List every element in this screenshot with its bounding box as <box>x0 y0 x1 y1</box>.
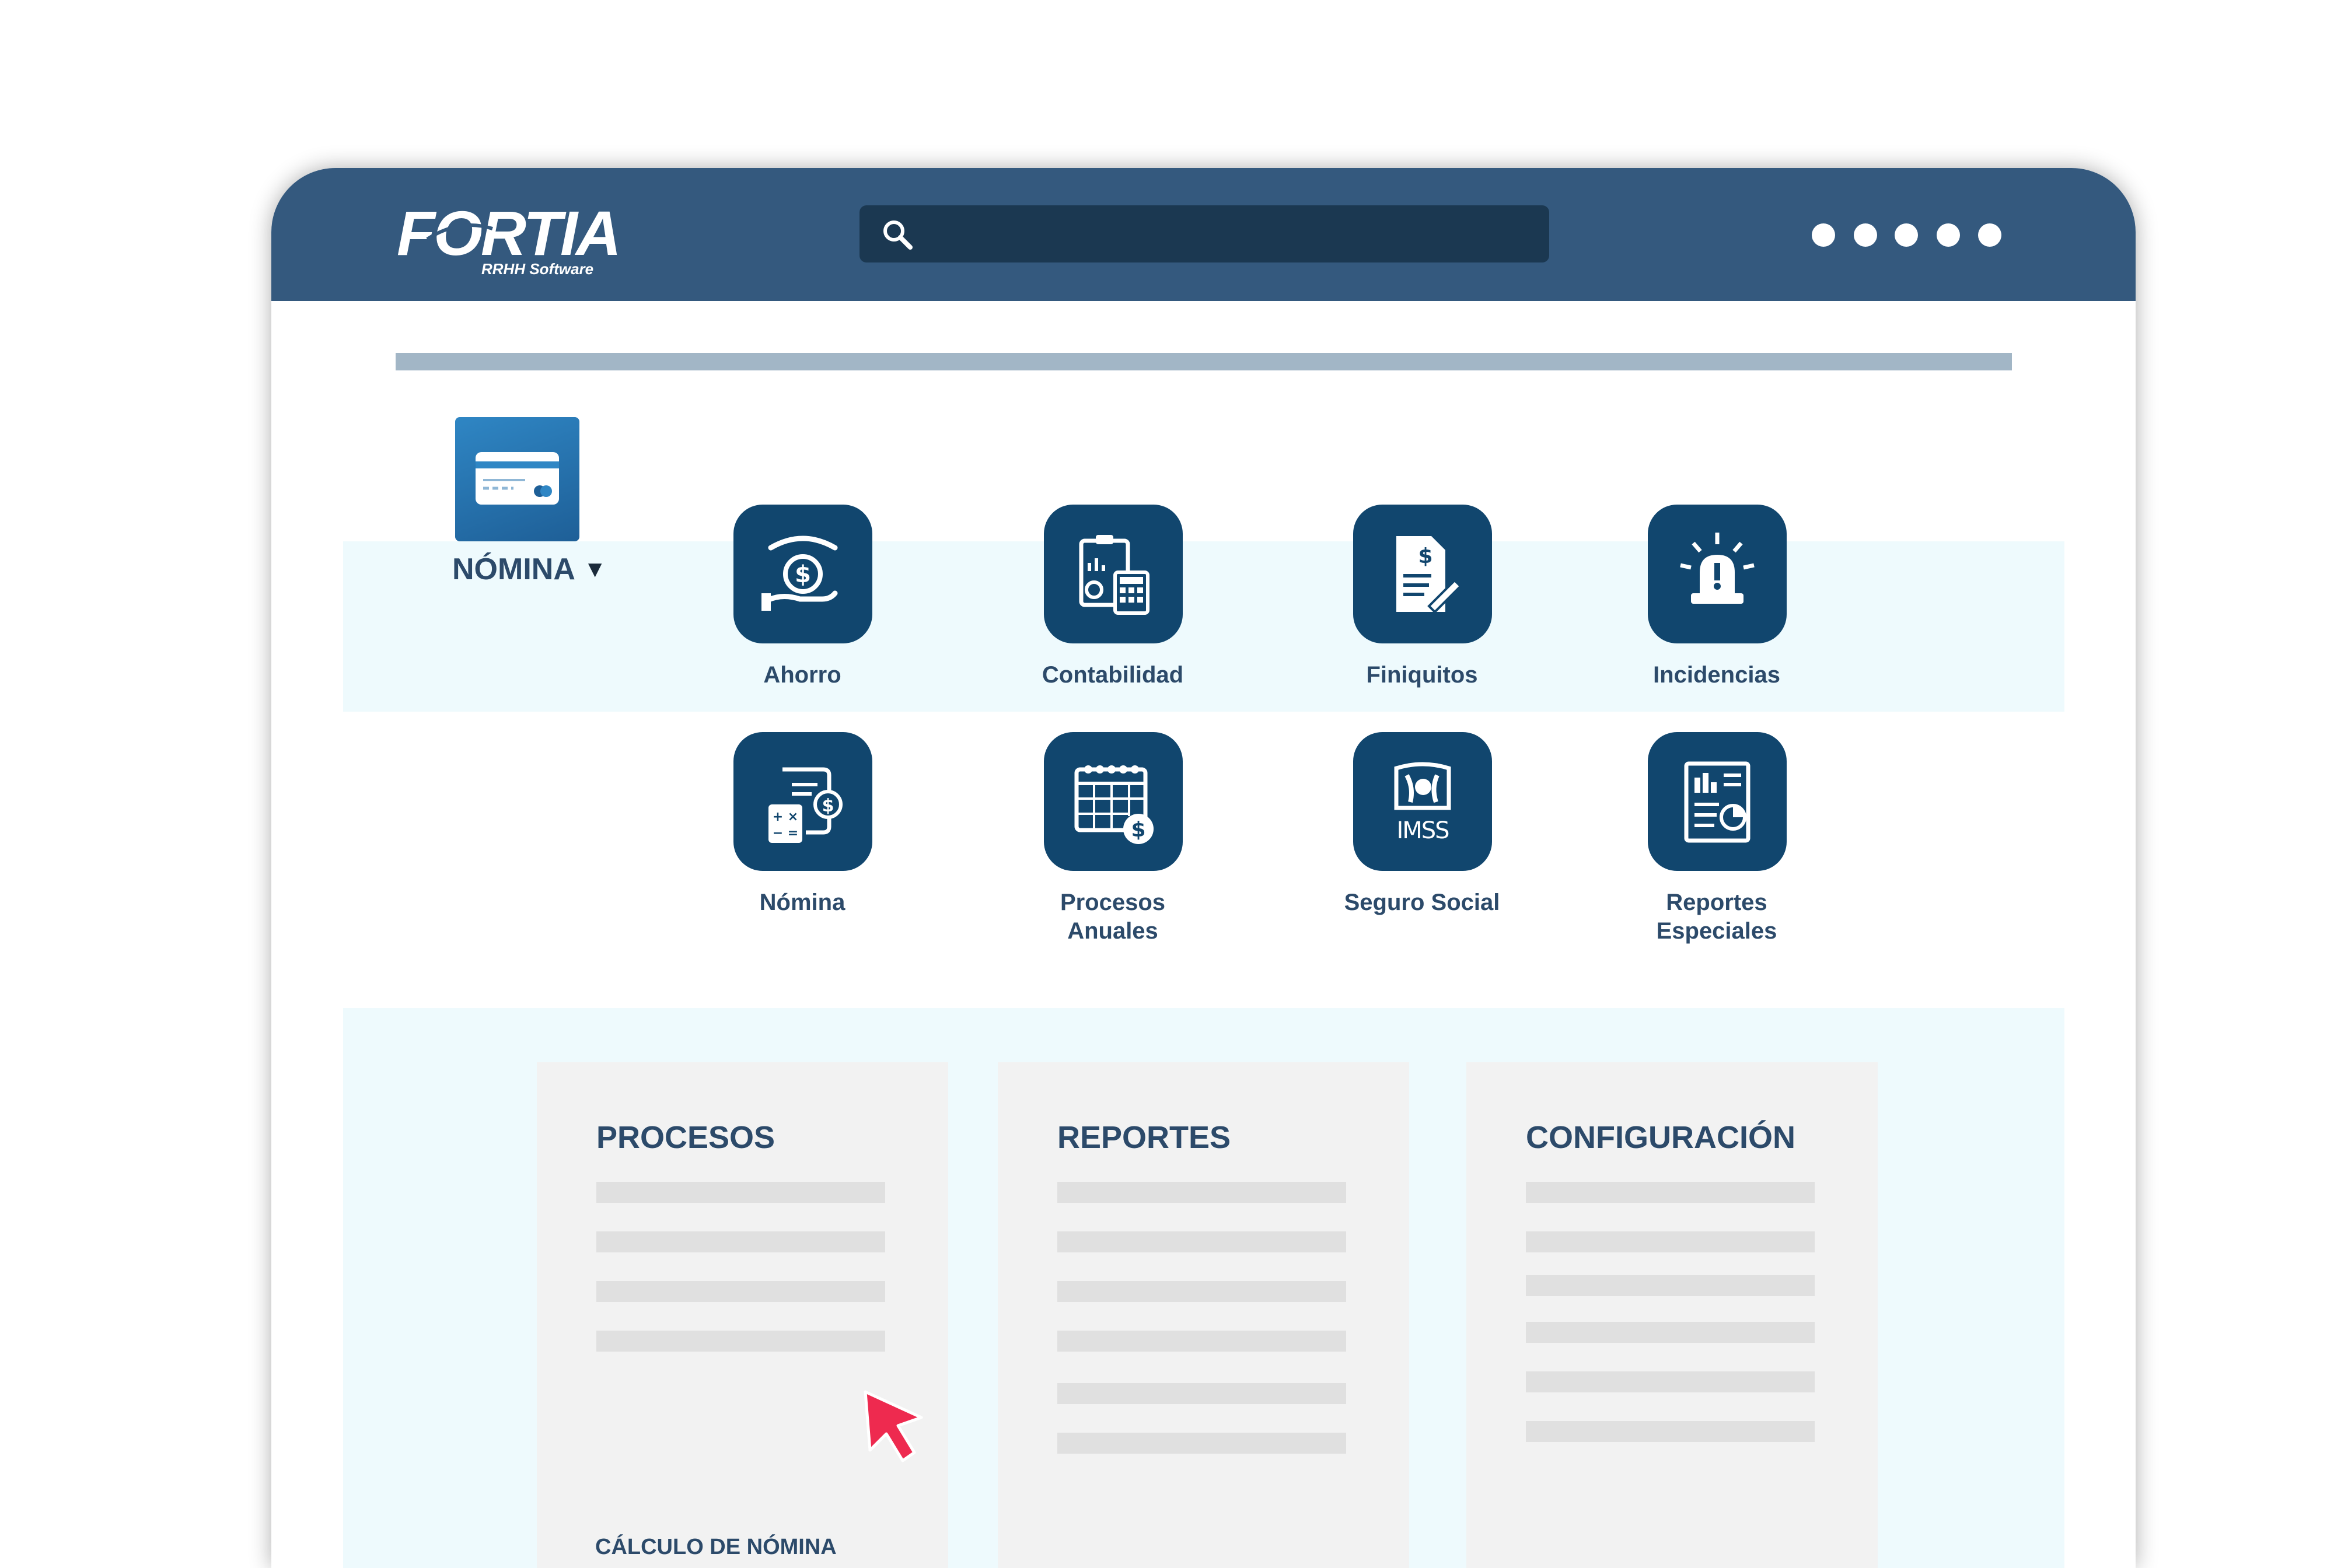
report-chart-icon <box>1684 761 1750 843</box>
menu-dot-icon <box>1937 223 1960 247</box>
menu-item-placeholder[interactable] <box>1057 1281 1346 1302</box>
search-input[interactable] <box>930 205 1539 264</box>
search-bar[interactable] <box>859 205 1549 264</box>
app-window: FORTIA RRHH Software NÓMINA ▼ $ Ahorro C… <box>271 168 2136 1568</box>
document-signature-icon: $ <box>1396 536 1462 614</box>
nomina-dropdown[interactable]: NÓMINA ▼ <box>452 552 606 587</box>
module-label: Contabilidad <box>1042 662 1184 688</box>
panel-title: PROCESOS <box>596 1120 775 1155</box>
hand-money-icon: $ <box>761 536 838 611</box>
menu-item-placeholder[interactable] <box>1057 1433 1346 1454</box>
module-tile: $ <box>733 505 872 643</box>
panel-title: REPORTES <box>1057 1120 1231 1155</box>
top-bar: FORTIA RRHH Software <box>271 168 2136 301</box>
payroll-calculator-icon: $ + × − = <box>768 767 843 843</box>
caret-down-icon: ▼ <box>583 556 607 582</box>
module-tile <box>1044 505 1183 643</box>
panel-procesos: PROCESOS CÁLCULO DE NÓMINA <box>537 1062 948 1568</box>
module-label: Procesos Anuales <box>1060 890 1166 944</box>
menu-dot-icon <box>1895 223 1918 247</box>
module-label: Nómina <box>759 890 845 915</box>
module-tile: $ <box>1044 732 1183 871</box>
imss-text: IMSS <box>1396 817 1449 844</box>
calculator-clipboard-icon <box>1079 535 1149 615</box>
panel-reportes: REPORTES <box>998 1062 1409 1568</box>
logo-swoosh-icon <box>426 223 493 241</box>
menu-dot-icon <box>1978 223 2001 247</box>
menu-item-placeholder[interactable] <box>596 1331 885 1352</box>
module-tile <box>1648 732 1787 871</box>
panel-configuracion: CONFIGURACIÓN <box>1466 1062 1878 1568</box>
module-tile: $ <box>1353 505 1492 643</box>
menu-item-placeholder[interactable] <box>1526 1275 1815 1296</box>
menu-item-placeholder[interactable] <box>1526 1371 1815 1392</box>
module-label: Finiquitos <box>1366 662 1478 688</box>
calculo-de-nomina-link[interactable]: CÁLCULO DE NÓMINA <box>595 1535 837 1560</box>
nomina-dropdown-label: NÓMINA <box>452 552 575 586</box>
svg-text:$: $ <box>1418 544 1432 568</box>
svg-text:−: − <box>773 826 783 841</box>
menu-item-placeholder[interactable] <box>1526 1322 1815 1343</box>
menu-item-placeholder[interactable] <box>596 1182 885 1203</box>
credit-card-icon <box>476 452 559 505</box>
svg-text:=: = <box>788 826 798 841</box>
panel-title: CONFIGURACIÓN <box>1526 1120 1795 1155</box>
svg-text:×: × <box>788 810 798 824</box>
module-tile: $ + × − = <box>733 732 872 871</box>
module-label: Incidencias <box>1653 662 1780 688</box>
menu-item-placeholder[interactable] <box>1526 1231 1815 1252</box>
svg-text:$: $ <box>822 796 834 816</box>
imss-logo-icon: IMSS <box>1394 762 1451 844</box>
logo-tagline: RRHH Software <box>481 260 594 278</box>
search-icon <box>883 220 913 250</box>
module-label: Ahorro <box>763 662 841 688</box>
mouse-pointer-icon <box>864 1390 923 1462</box>
module-tile <box>1648 505 1787 643</box>
progress-track <box>396 353 2012 370</box>
menu-item-placeholder[interactable] <box>596 1231 885 1252</box>
module-label: Reportes Especiales <box>1656 890 1777 944</box>
window-menu-dots[interactable] <box>1812 223 2010 248</box>
nomina-module-tile[interactable] <box>455 417 579 541</box>
menu-item-placeholder[interactable] <box>1526 1421 1815 1442</box>
module-tile: IMSS <box>1353 732 1492 871</box>
svg-text:$: $ <box>1131 818 1145 842</box>
module-label: Seguro Social <box>1344 890 1500 915</box>
menu-item-placeholder[interactable] <box>1057 1331 1346 1352</box>
menu-item-placeholder[interactable] <box>596 1281 885 1302</box>
svg-text:$: $ <box>795 561 811 588</box>
menu-item-placeholder[interactable] <box>1057 1383 1346 1404</box>
menu-dot-icon <box>1812 223 1835 247</box>
menu-item-placeholder[interactable] <box>1057 1231 1346 1252</box>
svg-text:+: + <box>773 810 783 824</box>
menu-item-placeholder[interactable] <box>1057 1182 1346 1203</box>
alarm-beacon-icon <box>1680 533 1755 604</box>
menu-dot-icon <box>1854 223 1877 247</box>
menu-item-placeholder[interactable] <box>1526 1182 1815 1203</box>
calendar-money-icon: $ <box>1074 765 1154 844</box>
